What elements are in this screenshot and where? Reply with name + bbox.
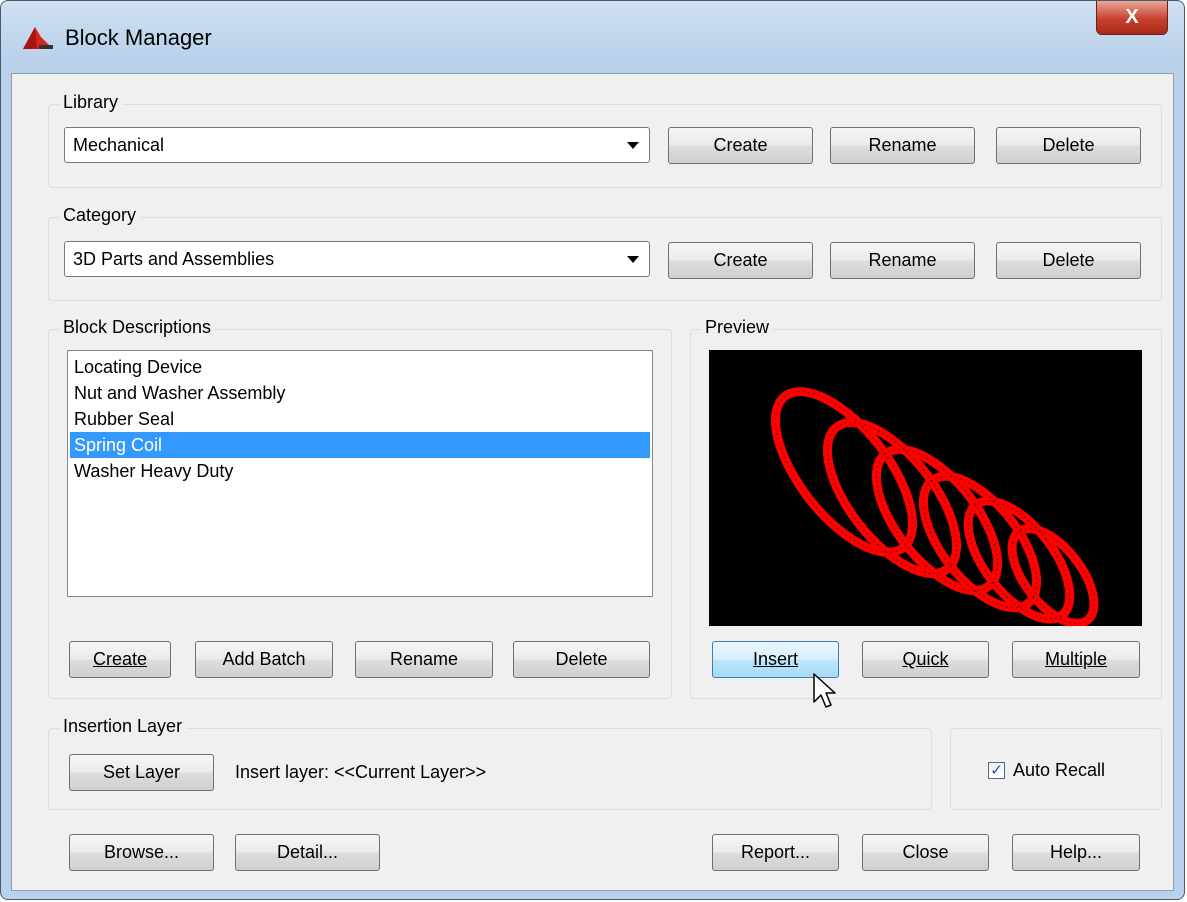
insert-layer-text: Insert layer: <<Current Layer>> (235, 762, 487, 782)
dialog-client: Library Mechanical Create Rename Delete … (11, 73, 1174, 891)
insertion-layer-label: Insertion Layer (59, 716, 187, 737)
list-item[interactable]: Locating Device (70, 354, 650, 380)
library-create-button[interactable]: Create (668, 127, 813, 164)
multiple-button[interactable]: Multiple (1012, 641, 1140, 678)
block-manager-window: Block Manager X Library Mechanical Creat… (0, 0, 1185, 900)
library-rename-button[interactable]: Rename (830, 127, 975, 164)
close-window-button[interactable]: X (1096, 1, 1168, 35)
detail-button[interactable]: Detail... (235, 834, 380, 871)
insert-label: Insert (752, 649, 799, 669)
block-create-button[interactable]: Create (69, 641, 171, 678)
quick-button[interactable]: Quick (862, 641, 989, 678)
add-batch-button[interactable]: Add Batch (195, 641, 333, 678)
window-title: Block Manager (65, 25, 212, 50)
block-delete-button[interactable]: Delete (513, 641, 650, 678)
set-layer-button[interactable]: Set Layer (69, 754, 214, 791)
spring-coil-image (770, 387, 1099, 626)
preview-image (709, 350, 1142, 626)
browse-button[interactable]: Browse... (69, 834, 214, 871)
chevron-down-icon (627, 142, 639, 149)
list-item[interactable]: Rubber Seal (70, 406, 650, 432)
mouse-pointer-icon (813, 673, 836, 708)
category-selected: 3D Parts and Assemblies (73, 248, 275, 269)
list-item[interactable]: Nut and Washer Assembly (70, 380, 650, 406)
quick-label: Quick (902, 649, 949, 669)
category-create-button[interactable]: Create (668, 242, 813, 279)
title-bar[interactable]: Block Manager X (1, 1, 1184, 73)
list-item[interactable]: Washer Heavy Duty (70, 458, 650, 484)
category-delete-button[interactable]: Delete (996, 242, 1141, 279)
close-button[interactable]: Close (862, 834, 989, 871)
library-combo[interactable]: Mechanical (64, 127, 650, 163)
library-selected: Mechanical (73, 134, 165, 155)
block-list[interactable]: Locating Device Nut and Washer Assembly … (67, 350, 653, 597)
help-button[interactable]: Help... (1012, 834, 1140, 871)
category-rename-button[interactable]: Rename (830, 242, 975, 279)
chevron-down-icon (627, 256, 639, 263)
list-item[interactable]: Spring Coil (70, 432, 650, 458)
block-create-label: Create (92, 649, 148, 669)
multiple-label: Multiple (1044, 649, 1108, 669)
report-button[interactable]: Report... (712, 834, 839, 871)
block-rename-button[interactable]: Rename (355, 641, 493, 678)
close-icon: X (1125, 6, 1139, 28)
category-combo[interactable]: 3D Parts and Assemblies (64, 241, 650, 277)
library-delete-button[interactable]: Delete (996, 127, 1141, 164)
category-label: Category (59, 205, 141, 226)
auto-recall-checkbox[interactable]: ✓ (988, 762, 1005, 779)
library-label: Library (59, 92, 123, 113)
auto-recall-label[interactable]: Auto Recall (1013, 760, 1105, 781)
help-label: Help... (1049, 842, 1103, 862)
autocad-app-icon (23, 27, 53, 49)
preview-label: Preview (701, 317, 774, 338)
block-descriptions-label: Block Descriptions (59, 317, 216, 338)
